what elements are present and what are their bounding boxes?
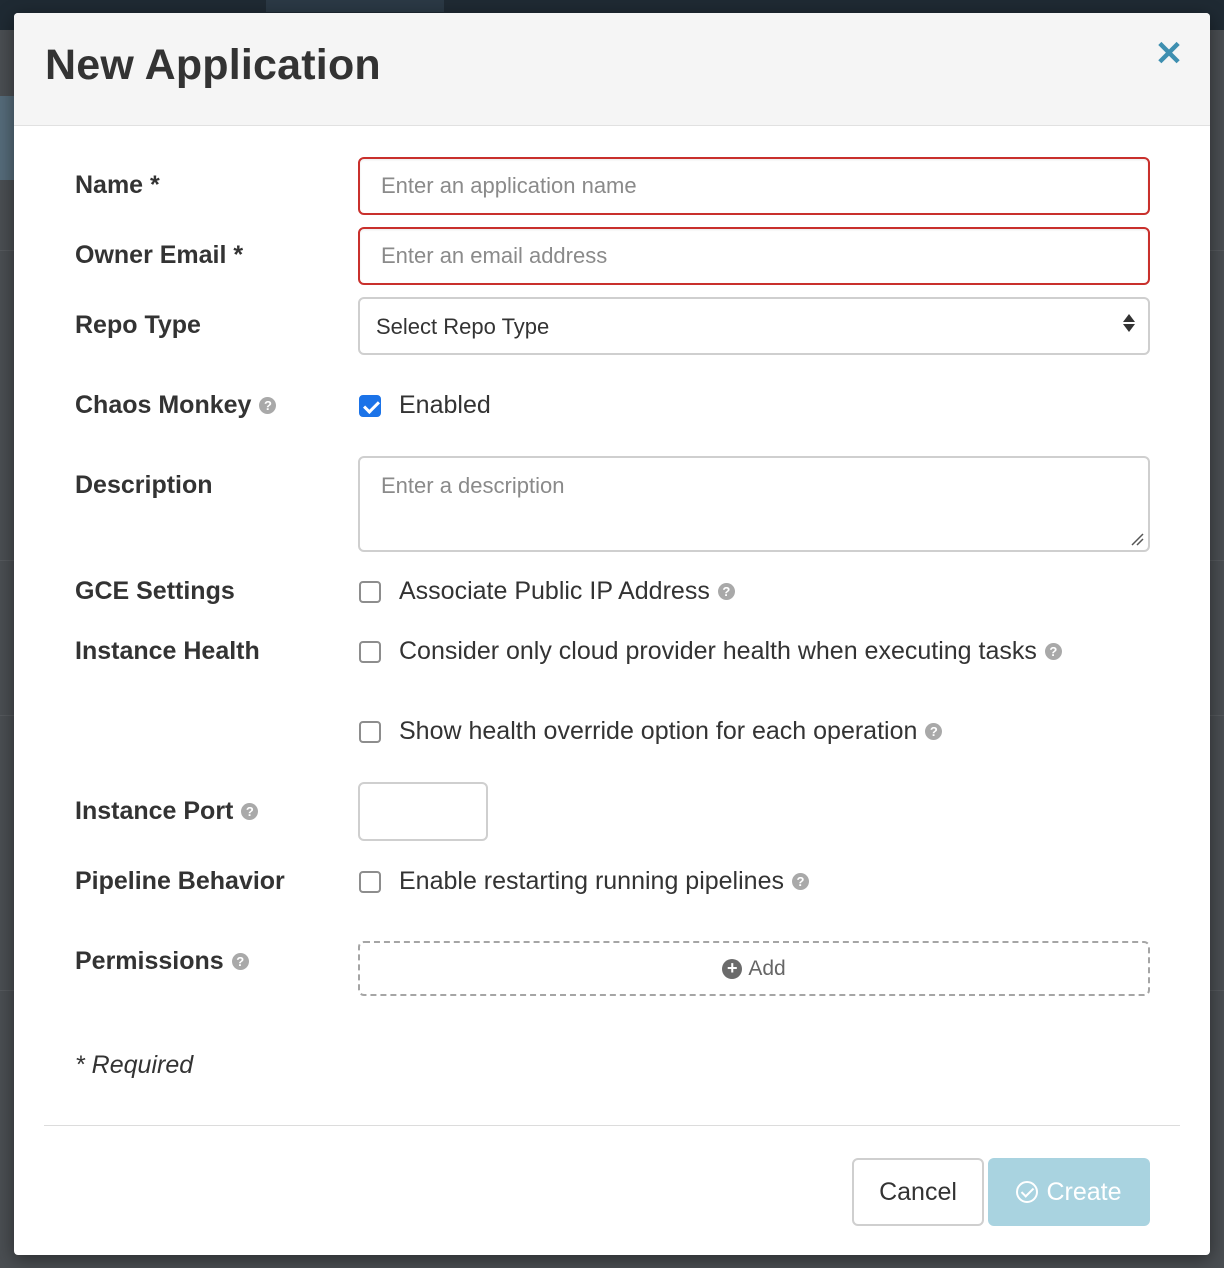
footer-divider [44, 1125, 1180, 1126]
resize-handle-icon[interactable] [1130, 532, 1144, 546]
permissions-label: Permissions? [75, 947, 249, 976]
add-permission-button[interactable]: + Add [358, 941, 1150, 996]
help-icon[interactable]: ? [925, 723, 943, 740]
instance-port-label: Instance Port? [75, 797, 259, 826]
chaos-monkey-label: Chaos Monkey? [75, 391, 277, 420]
add-permission-label: Add [748, 957, 786, 980]
instance-port-label-text: Instance Port [75, 797, 234, 825]
required-note: * Required [75, 1051, 194, 1079]
description-label: Description [75, 471, 213, 499]
name-label: Name * [75, 171, 160, 199]
cloud-provider-health-option[interactable]: Consider only cloud provider health when… [399, 637, 1062, 666]
repo-type-select[interactable]: Select Repo Type [358, 297, 1150, 355]
associate-public-ip-label: Associate Public IP Address [399, 577, 710, 605]
restart-pipelines-checkbox[interactable] [359, 871, 381, 893]
instance-health-label: Instance Health [75, 637, 260, 665]
background-nav-tab [266, 0, 444, 12]
new-application-modal: New Application ✕ Name * Owner Email * R… [14, 13, 1210, 1255]
close-icon[interactable]: ✕ [1154, 35, 1184, 73]
create-button-label: Create [1046, 1177, 1122, 1206]
associate-public-ip-checkbox[interactable] [359, 581, 381, 603]
owner-email-label: Owner Email * [75, 241, 244, 269]
help-icon[interactable]: ? [717, 583, 735, 600]
check-circle-icon [1016, 1180, 1039, 1203]
associate-public-ip-option[interactable]: Associate Public IP Address? [399, 577, 735, 606]
help-icon[interactable]: ? [1044, 643, 1062, 660]
modal-header: New Application ✕ [14, 13, 1210, 126]
permissions-label-text: Permissions [75, 947, 224, 975]
chaos-monkey-checkbox[interactable] [359, 395, 381, 417]
select-arrows-icon [1122, 312, 1136, 334]
health-override-checkbox[interactable] [359, 721, 381, 743]
gce-settings-label: GCE Settings [75, 577, 235, 605]
application-name-input[interactable] [358, 157, 1150, 215]
pipeline-behavior-label: Pipeline Behavior [75, 867, 285, 895]
owner-email-input[interactable] [358, 227, 1150, 285]
plus-circle-icon: + [722, 959, 743, 979]
cloud-provider-health-label: Consider only cloud provider health when… [399, 637, 1037, 665]
description-textarea[interactable] [358, 456, 1150, 552]
instance-port-input[interactable] [358, 782, 488, 841]
modal-title: New Application [45, 41, 381, 89]
create-button[interactable]: Create [988, 1158, 1150, 1226]
chaos-monkey-label-text: Chaos Monkey [75, 391, 252, 419]
restart-pipelines-label: Enable restarting running pipelines [399, 867, 784, 895]
repo-type-label: Repo Type [75, 311, 201, 339]
help-icon[interactable]: ? [231, 953, 249, 970]
help-icon[interactable]: ? [259, 397, 277, 414]
help-icon[interactable]: ? [241, 803, 259, 820]
chaos-monkey-enabled-label[interactable]: Enabled [399, 391, 491, 420]
cancel-button[interactable]: Cancel [852, 1158, 984, 1226]
help-icon[interactable]: ? [791, 873, 809, 890]
restart-pipelines-option[interactable]: Enable restarting running pipelines? [399, 867, 809, 896]
background-sidebar-strip [0, 96, 14, 180]
repo-type-selected-value: Select Repo Type [376, 314, 550, 339]
health-override-label: Show health override option for each ope… [399, 717, 918, 745]
cloud-provider-health-checkbox[interactable] [359, 641, 381, 663]
health-override-option[interactable]: Show health override option for each ope… [399, 717, 943, 746]
